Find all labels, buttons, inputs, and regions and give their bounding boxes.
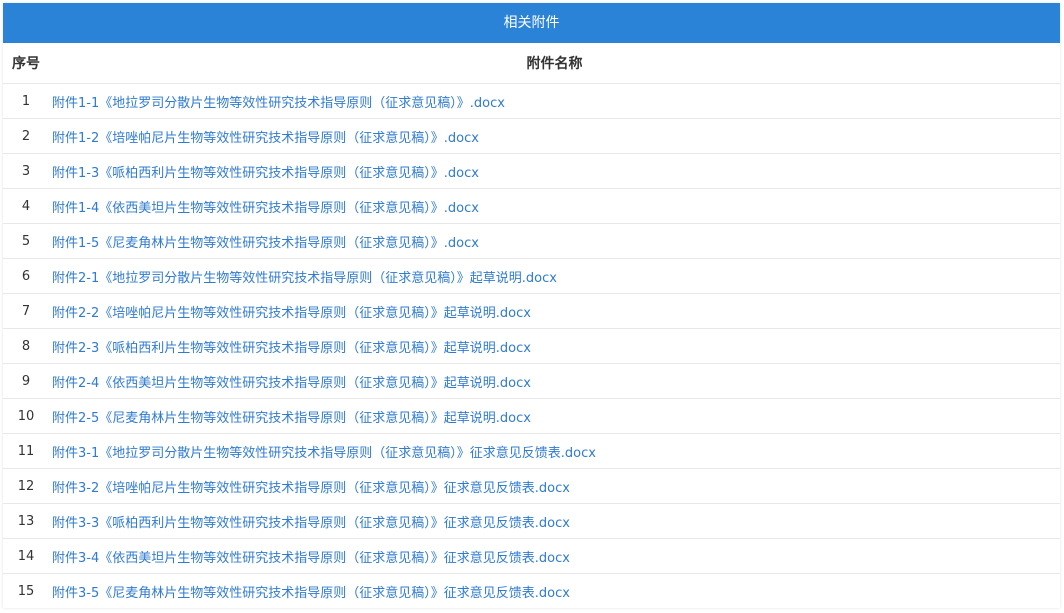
attachment-link[interactable]: 附件3-2《培唑帕尼片生物等效性研究技术指导原则（征求意见稿）》征求意见反馈表.… — [52, 481, 570, 496]
attachment-cell: 附件2-4《依西美坦片生物等效性研究技术指导原则（征求意见稿）》起草说明.doc… — [49, 363, 1060, 399]
attachment-cell: 附件1-4《依西美坦片生物等效性研究技术指导原则（征求意见稿）》.docx — [49, 188, 1060, 224]
attachment-cell: 附件1-3《哌柏西利片生物等效性研究技术指导原则（征求意见稿）》.docx — [49, 153, 1060, 189]
attachment-link[interactable]: 附件3-3《哌柏西利片生物等效性研究技术指导原则（征求意见稿）》征求意见反馈表.… — [52, 516, 570, 531]
row-number: 9 — [3, 363, 49, 399]
attachment-cell: 附件3-3《哌柏西利片生物等效性研究技术指导原则（征求意见稿）》征求意见反馈表.… — [49, 503, 1060, 539]
row-number: 8 — [3, 328, 49, 364]
table-row: 11 附件3-1《地拉罗司分散片生物等效性研究技术指导原则（征求意见稿）》征求意… — [3, 433, 1060, 469]
table-row: 10 附件2-5《尼麦角林片生物等效性研究技术指导原则（征求意见稿）》起草说明.… — [3, 398, 1060, 434]
attachment-link[interactable]: 附件1-4《依西美坦片生物等效性研究技术指导原则（征求意见稿）》.docx — [52, 201, 479, 216]
attachment-link[interactable]: 附件2-3《哌柏西利片生物等效性研究技术指导原则（征求意见稿）》起草说明.doc… — [52, 341, 531, 356]
table-row: 1 附件1-1《地拉罗司分散片生物等效性研究技术指导原则（征求意见稿）》.doc… — [3, 83, 1060, 119]
attachments-panel: 相关附件 序号 附件名称 1 附件1-1《地拉罗司分散片生物等效性研究技术指导原… — [3, 3, 1060, 608]
table-row: 13 附件3-3《哌柏西利片生物等效性研究技术指导原则（征求意见稿）》征求意见反… — [3, 503, 1060, 539]
table-row: 4 附件1-4《依西美坦片生物等效性研究技术指导原则（征求意见稿）》.docx — [3, 188, 1060, 224]
row-number: 6 — [3, 258, 49, 294]
table-header-row: 序号 附件名称 — [3, 43, 1060, 84]
attachment-cell: 附件1-5《尼麦角林片生物等效性研究技术指导原则（征求意见稿）》.docx — [49, 223, 1060, 259]
attachment-link[interactable]: 附件2-4《依西美坦片生物等效性研究技术指导原则（征求意见稿）》起草说明.doc… — [52, 376, 531, 391]
row-number: 2 — [3, 118, 49, 154]
panel-title: 相关附件 — [3, 3, 1060, 43]
attachment-link[interactable]: 附件1-5《尼麦角林片生物等效性研究技术指导原则（征求意见稿）》.docx — [52, 236, 479, 251]
row-number: 5 — [3, 223, 49, 259]
table-row: 14 附件3-4《依西美坦片生物等效性研究技术指导原则（征求意见稿）》征求意见反… — [3, 538, 1060, 574]
attachment-cell: 附件3-1《地拉罗司分散片生物等效性研究技术指导原则（征求意见稿）》征求意见反馈… — [49, 433, 1060, 469]
row-number: 12 — [3, 468, 49, 504]
column-header-number: 序号 — [3, 43, 49, 84]
row-number: 7 — [3, 293, 49, 329]
attachment-cell: 附件3-5《尼麦角林片生物等效性研究技术指导原则（征求意见稿）》征求意见反馈表.… — [49, 574, 1060, 609]
attachments-table: 序号 附件名称 1 附件1-1《地拉罗司分散片生物等效性研究技术指导原则（征求意… — [3, 43, 1060, 608]
row-number: 1 — [3, 83, 49, 119]
attachment-cell: 附件2-3《哌柏西利片生物等效性研究技术指导原则（征求意见稿）》起草说明.doc… — [49, 328, 1060, 364]
attachment-link[interactable]: 附件2-5《尼麦角林片生物等效性研究技术指导原则（征求意见稿）》起草说明.doc… — [52, 411, 531, 426]
attachment-link[interactable]: 附件3-5《尼麦角林片生物等效性研究技术指导原则（征求意见稿）》征求意见反馈表.… — [52, 586, 570, 601]
attachment-link[interactable]: 附件2-1《地拉罗司分散片生物等效性研究技术指导原则（征求意见稿）》起草说明.d… — [52, 271, 557, 286]
table-row: 9 附件2-4《依西美坦片生物等效性研究技术指导原则（征求意见稿）》起草说明.d… — [3, 363, 1060, 399]
table-row: 5 附件1-5《尼麦角林片生物等效性研究技术指导原则（征求意见稿）》.docx — [3, 223, 1060, 259]
attachment-link[interactable]: 附件1-1《地拉罗司分散片生物等效性研究技术指导原则（征求意见稿）》.docx — [52, 96, 505, 111]
table-row: 2 附件1-2《培唑帕尼片生物等效性研究技术指导原则（征求意见稿）》.docx — [3, 118, 1060, 154]
row-number: 14 — [3, 538, 49, 574]
attachment-link[interactable]: 附件1-2《培唑帕尼片生物等效性研究技术指导原则（征求意见稿）》.docx — [52, 131, 479, 146]
table-row: 8 附件2-3《哌柏西利片生物等效性研究技术指导原则（征求意见稿）》起草说明.d… — [3, 328, 1060, 364]
attachment-cell: 附件2-5《尼麦角林片生物等效性研究技术指导原则（征求意见稿）》起草说明.doc… — [49, 398, 1060, 434]
attachment-cell: 附件3-2《培唑帕尼片生物等效性研究技术指导原则（征求意见稿）》征求意见反馈表.… — [49, 468, 1060, 504]
row-number: 13 — [3, 503, 49, 539]
attachment-cell: 附件2-1《地拉罗司分散片生物等效性研究技术指导原则（征求意见稿）》起草说明.d… — [49, 258, 1060, 294]
attachment-link[interactable]: 附件3-4《依西美坦片生物等效性研究技术指导原则（征求意见稿）》征求意见反馈表.… — [52, 551, 570, 566]
attachment-cell: 附件2-2《培唑帕尼片生物等效性研究技术指导原则（征求意见稿）》起草说明.doc… — [49, 293, 1060, 329]
attachment-cell: 附件3-4《依西美坦片生物等效性研究技术指导原则（征求意见稿）》征求意见反馈表.… — [49, 538, 1060, 574]
attachment-link[interactable]: 附件1-3《哌柏西利片生物等效性研究技术指导原则（征求意见稿）》.docx — [52, 166, 479, 181]
table-row: 15 附件3-5《尼麦角林片生物等效性研究技术指导原则（征求意见稿）》征求意见反… — [3, 574, 1060, 609]
table-row: 6 附件2-1《地拉罗司分散片生物等效性研究技术指导原则（征求意见稿）》起草说明… — [3, 258, 1060, 294]
row-number: 15 — [17, 583, 35, 599]
attachment-link[interactable]: 附件2-2《培唑帕尼片生物等效性研究技术指导原则（征求意见稿）》起草说明.doc… — [52, 306, 531, 321]
attachment-cell: 附件1-2《培唑帕尼片生物等效性研究技术指导原则（征求意见稿）》.docx — [49, 118, 1060, 154]
table-row: 7 附件2-2《培唑帕尼片生物等效性研究技术指导原则（征求意见稿）》起草说明.d… — [3, 293, 1060, 329]
table-row: 12 附件3-2《培唑帕尼片生物等效性研究技术指导原则（征求意见稿）》征求意见反… — [3, 468, 1060, 504]
row-number: 11 — [3, 433, 49, 469]
column-header-name: 附件名称 — [49, 43, 1060, 84]
row-number: 3 — [3, 153, 49, 189]
table-row: 3 附件1-3《哌柏西利片生物等效性研究技术指导原则（征求意见稿）》.docx — [3, 153, 1060, 189]
row-number: 4 — [3, 188, 49, 224]
row-number: 10 — [3, 398, 49, 434]
attachment-link[interactable]: 附件3-1《地拉罗司分散片生物等效性研究技术指导原则（征求意见稿）》征求意见反馈… — [52, 446, 596, 461]
attachment-cell: 附件1-1《地拉罗司分散片生物等效性研究技术指导原则（征求意见稿）》.docx — [49, 83, 1060, 119]
